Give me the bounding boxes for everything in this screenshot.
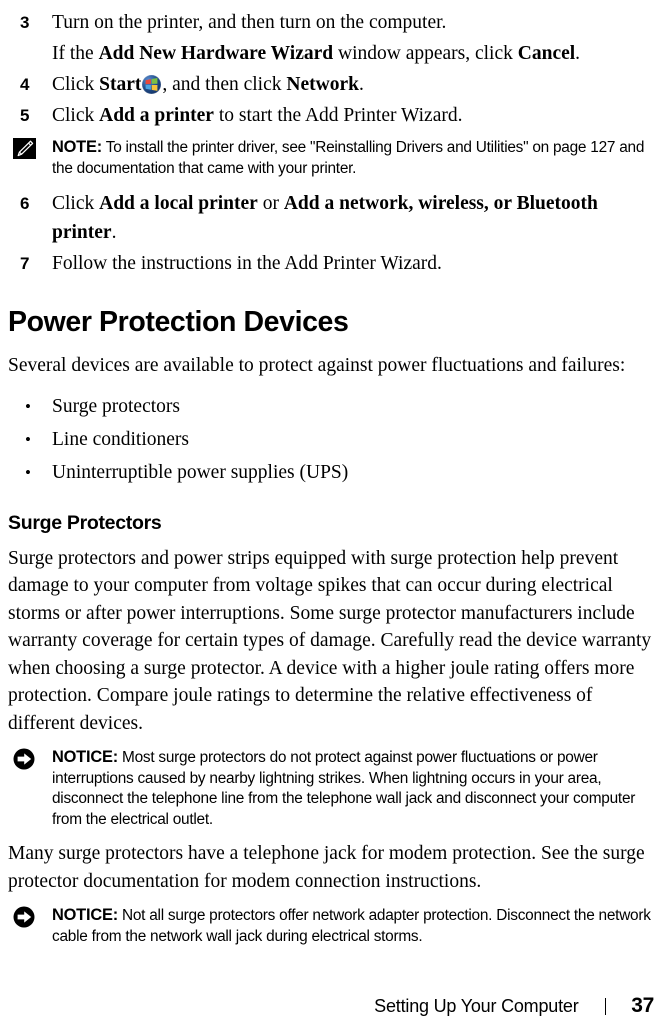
list-item-label: Uninterruptible power supplies (UPS)	[52, 461, 349, 483]
step-number: 6	[20, 194, 30, 213]
step-line-part-bold: Network	[286, 74, 359, 95]
windows-start-orb-icon	[142, 75, 162, 94]
step-item-6: 6 Click Add a local printer or Add a net…	[8, 189, 654, 247]
footer-separator-icon	[604, 997, 606, 1015]
step-item-3-continuation: If the Add New Hardware Wizard window ap…	[8, 39, 654, 68]
step-line-part-bold: Cancel	[517, 43, 576, 64]
notice-label: NOTICE:	[52, 748, 118, 766]
step-line-part-bold: Add New Hardware Wizard	[98, 43, 334, 64]
step-item-4: 4 Click Start , and then click Network.	[8, 70, 654, 99]
note-pencil-icon	[13, 138, 39, 160]
notice-text: Not all surge protectors offer network a…	[52, 907, 651, 945]
step-item-5: 5 Click Add a printer to start the Add P…	[8, 101, 654, 130]
step-number: 5	[20, 106, 30, 125]
notice-label: NOTICE:	[52, 906, 118, 924]
step-line-part: , and then click	[162, 74, 287, 95]
step-text: Follow the instructions in the Add Print…	[52, 249, 654, 278]
notice-arrow-icon	[13, 906, 39, 928]
bullet-icon: •	[25, 396, 31, 416]
step-line: Follow the instructions in the Add Print…	[52, 253, 442, 274]
page-number: 37	[631, 994, 654, 1017]
step-line-part-bold: Add a local printer	[99, 193, 258, 214]
step-line-part: Click	[52, 74, 100, 95]
step-text: Click Start , and then click Network.	[52, 70, 654, 99]
step-line-part: or	[257, 193, 284, 214]
manual-page: 3 Turn on the printer, and then turn on …	[0, 0, 662, 1029]
subsection-paragraph-1: Surge protectors and power strips equipp…	[8, 547, 652, 734]
step-line-part-bold: Start	[99, 74, 142, 95]
step-line-part: .	[358, 74, 364, 95]
section-intro-paragraph: Several devices are available to protect…	[8, 355, 626, 376]
subsection-heading: Surge Protectors	[8, 511, 162, 534]
notice-callout-1: NOTICE: Most surge protectors do not pro…	[8, 747, 654, 830]
section-heading: Power Protection Devices	[8, 306, 349, 338]
notice-arrow-icon	[13, 748, 39, 770]
step-line-part-bold: Add a printer	[99, 105, 214, 126]
subsection-paragraph-2: Many surge protectors have a telephone j…	[8, 843, 645, 892]
step-number: 3	[20, 13, 30, 32]
note-callout: NOTE: To install the printer driver, see…	[8, 137, 654, 179]
notice-callout-2: NOTICE: Not all surge protectors offer n…	[8, 905, 654, 947]
step-line-part: .	[111, 222, 117, 243]
list-item: • Uninterruptible power supplies (UPS)	[8, 456, 654, 489]
list-item-label: Surge protectors	[52, 395, 180, 417]
step-line-part: If the	[52, 43, 99, 64]
step-line-part: to start the Add Printer Wizard.	[213, 105, 463, 126]
footer-chapter-title: Setting Up Your Computer	[374, 995, 579, 1016]
page-content: 3 Turn on the printer, and then turn on …	[0, 0, 662, 947]
list-item: • Line conditioners	[8, 423, 654, 456]
step-text: Click Add a local printer or Add a netwo…	[52, 189, 654, 247]
note-text: To install the printer driver, see "Rein…	[52, 139, 645, 177]
step-number: 7	[20, 254, 30, 273]
step-number: 4	[20, 75, 30, 94]
bullet-icon: •	[25, 429, 31, 449]
step-line-part: Click	[52, 193, 100, 214]
bullet-icon: •	[25, 462, 31, 482]
list-item-label: Line conditioners	[52, 428, 190, 450]
step-text: Click Add a printer to start the Add Pri…	[52, 101, 654, 130]
step-item-7: 7 Follow the instructions in the Add Pri…	[8, 249, 654, 278]
step-item-3: 3 Turn on the printer, and then turn on …	[8, 8, 654, 37]
device-type-list: • Surge protectors • Line conditioners •…	[8, 390, 654, 489]
step-line-part: Click	[52, 105, 100, 126]
step-line: Turn on the printer, and then turn on th…	[52, 12, 447, 33]
step-text: Turn on the printer, and then turn on th…	[52, 8, 654, 37]
step-line-part: .	[575, 43, 581, 64]
step-line-part: window appears, click	[333, 43, 518, 64]
list-item: • Surge protectors	[8, 390, 654, 423]
page-footer: Setting Up Your Computer 37	[0, 991, 662, 1021]
notice-text: Most surge protectors do not protect aga…	[52, 749, 636, 828]
note-label: NOTE:	[52, 138, 102, 156]
